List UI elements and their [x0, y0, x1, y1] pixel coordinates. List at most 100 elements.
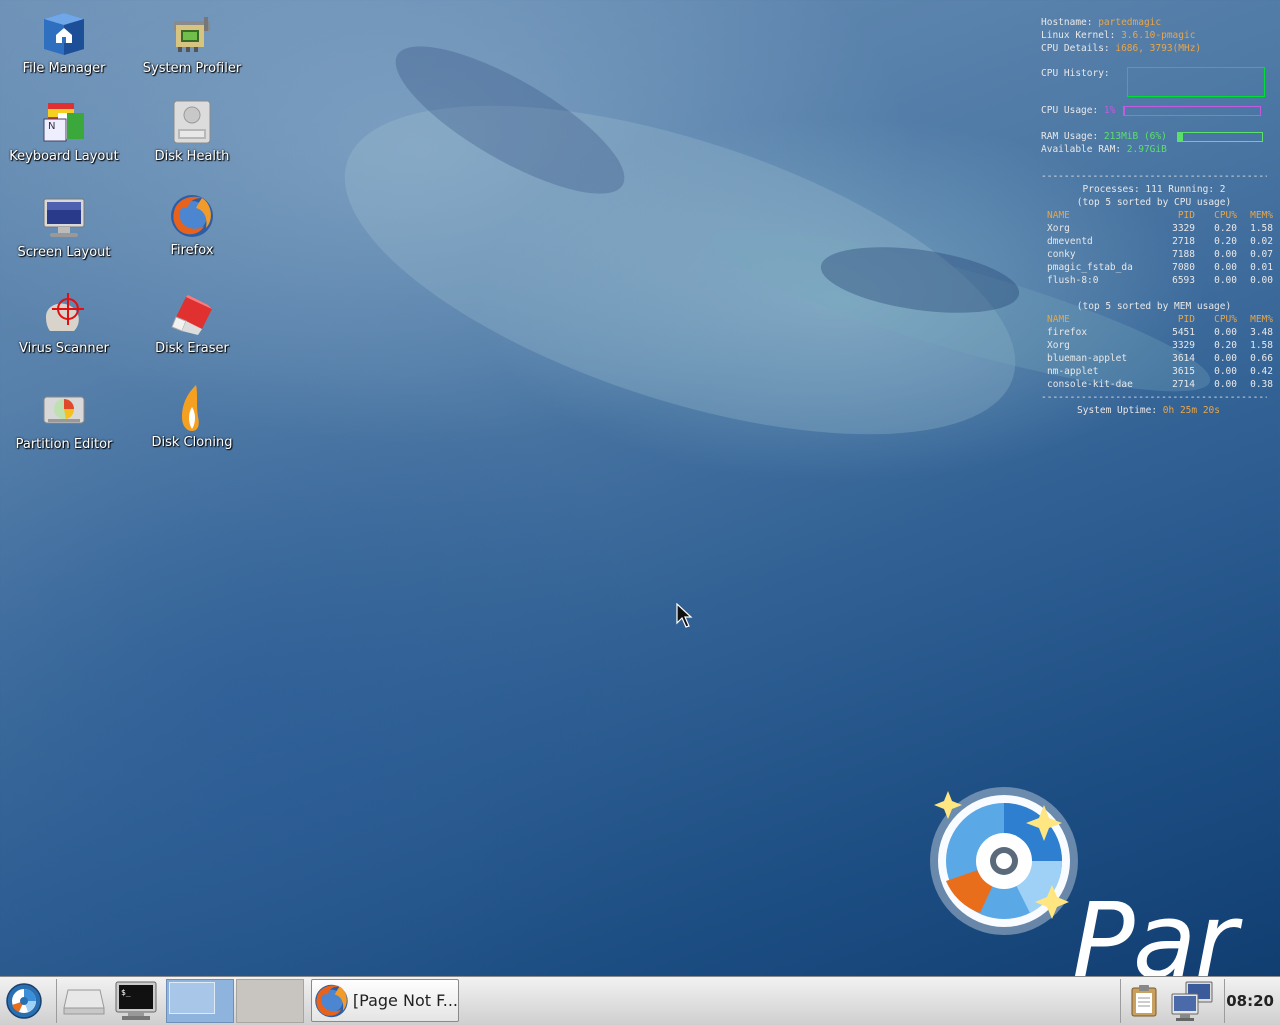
start-menu-icon [6, 983, 42, 1019]
table-cell: 0.00 [1214, 262, 1237, 273]
virus-scanner-icon [40, 290, 88, 338]
desktop-icon-firefox[interactable]: Firefox [130, 192, 254, 258]
cpu-details-value: i686, 3793(MHz) [1115, 43, 1202, 54]
mem-process-table: NAME PID CPU% MEM% firefox 5451 0.00 3.48 Xorg 33… [1041, 313, 1273, 391]
uptime-row: System Uptime: 0h 25m 20s [1041, 404, 1267, 417]
conky-system-monitor: Hostname: partedmagic Linux Kernel: 3.6.… [1041, 16, 1273, 417]
svg-text:$_: $_ [121, 988, 131, 997]
desktop-icon-screen-layout[interactable]: Screen Layout [2, 194, 126, 260]
desktop-icon-disk-cloning[interactable]: Disk Cloning [130, 384, 254, 450]
table-cell: console-kit-dae [1047, 379, 1133, 390]
table-cell: 0.02 [1250, 236, 1273, 247]
clipboard-icon [1131, 985, 1157, 1017]
wallpaper-shape [377, 20, 643, 220]
ram-usage-row: RAM Usage: 213MiB (6%) [1041, 130, 1267, 143]
cpu-history-graph [1127, 67, 1265, 97]
taskbar: $_ [Page Not F... 08:20 [0, 976, 1280, 1025]
desktop-icon-file-manager[interactable]: File Manager [2, 10, 126, 76]
desktop-icon-label: Partition Editor [15, 437, 113, 452]
firefox-icon [168, 192, 216, 240]
table-cell: 0.00 [1214, 327, 1237, 338]
desktop-icon-keyboard-layout[interactable]: N Keyboard Layout [2, 98, 126, 164]
hostname-row: Hostname: partedmagic [1041, 16, 1267, 29]
table-cell: 0.20 [1214, 340, 1237, 351]
cpu-history-label: CPU History: [1041, 68, 1110, 79]
column-header: NAME [1047, 210, 1070, 221]
table-cell: firefox [1047, 327, 1088, 338]
desktop-icon-label: Firefox [170, 243, 214, 258]
table-cell: 3.48 [1250, 327, 1273, 338]
file-manager-icon [40, 10, 88, 58]
available-ram-row: Available RAM: 2.97GiB [1041, 143, 1267, 156]
partition-editor-icon [40, 386, 88, 434]
table-cell: 6593 [1172, 275, 1195, 286]
table-cell: 7188 [1172, 249, 1195, 260]
table-cell: pmagic_fstab_da [1047, 262, 1133, 273]
desktop-icon-disk-health[interactable]: Disk Health [130, 98, 254, 164]
cpu-history-row: CPU History: [1041, 67, 1267, 101]
uptime-value: 0h 25m 20s [1162, 405, 1220, 416]
cpu-details-row: CPU Details: i686, 3793(MHz) [1041, 42, 1267, 55]
table-cell: 0.00 [1214, 353, 1237, 364]
desktop-icon-label: Disk Cloning [151, 435, 233, 450]
wallpaper-shape [306, 38, 1054, 502]
taskbar-separator [1120, 979, 1121, 1023]
eraser-icon [168, 290, 216, 338]
processes-summary: Processes: 111 Running: 2 [1082, 184, 1226, 195]
start-menu-button[interactable] [2, 979, 46, 1023]
table-cell: 0.00 [1250, 275, 1273, 286]
workspace-1-pager[interactable] [166, 979, 234, 1023]
desktop-icon-system-profiler[interactable]: System Profiler [130, 10, 254, 76]
table-cell: 0.20 [1214, 236, 1237, 247]
network-icon [1171, 981, 1213, 1021]
cpu-sort-title: (top 5 sorted by CPU usage) [1076, 197, 1232, 208]
cpu-usage-bar-fill [1123, 106, 1126, 115]
table-cell: 0.20 [1214, 223, 1237, 234]
desktop-icon-virus-scanner[interactable]: Virus Scanner [2, 290, 126, 356]
table-cell: 2714 [1172, 379, 1195, 390]
drive-launcher-button[interactable] [60, 979, 108, 1023]
cpu-usage-bar [1122, 105, 1261, 116]
table-cell: 0.00 [1214, 275, 1237, 286]
column-header: NAME [1047, 314, 1070, 325]
table-cell: 7080 [1172, 262, 1195, 273]
desktop-icon-disk-eraser[interactable]: Disk Eraser [130, 290, 254, 356]
table-cell: 1.58 [1250, 340, 1273, 351]
disk-health-icon [168, 98, 216, 146]
network-tray-button[interactable] [1168, 979, 1216, 1023]
logo-disc-icon [930, 787, 1078, 935]
kernel-value: 3.6.10-pmagic [1121, 30, 1196, 41]
terminal-launcher-button[interactable]: $_ [112, 979, 160, 1023]
kernel-label: Linux Kernel: [1041, 30, 1122, 41]
mouse-cursor-icon [676, 603, 693, 628]
cpu-usage-value: 1% [1103, 105, 1116, 116]
desktop-icon-label: Screen Layout [17, 245, 111, 260]
table-cell: 3329 [1172, 223, 1195, 234]
cpu-usage-row: CPU Usage: 1% [1041, 104, 1267, 117]
desktop-icon-label: Disk Health [154, 149, 230, 164]
desktop-icon-partition-editor[interactable]: Partition Editor [2, 386, 126, 452]
clipboard-tray-button[interactable] [1124, 979, 1164, 1023]
task-label: [Page Not F... [352, 991, 458, 1010]
wallpaper-shape [816, 236, 1024, 324]
cpu-details-label: CPU Details: [1041, 43, 1116, 54]
table-cell: blueman-applet [1047, 353, 1128, 364]
table-cell: 5451 [1172, 327, 1195, 338]
taskbar-task-firefox[interactable]: [Page Not F... [311, 979, 459, 1022]
desktop-icon-label: File Manager [22, 61, 106, 76]
clock[interactable]: 08:20 [1226, 977, 1274, 1025]
taskbar-separator [56, 979, 57, 1023]
table-cell: 1.58 [1250, 223, 1273, 234]
workspace-2-pager[interactable] [236, 979, 304, 1023]
separator-line: ----------------------------------------… [1041, 392, 1267, 403]
cpu-process-table: NAME PID CPU% MEM% Xorg 3329 0.20 1.58 dmeventd 2… [1041, 209, 1273, 287]
ram-usage-bar-fill [1177, 132, 1183, 141]
table-cell: 0.42 [1250, 366, 1273, 377]
table-cell: dmeventd [1047, 236, 1093, 247]
keyboard-layout-icon: N [40, 98, 88, 146]
hostname-value: partedmagic [1098, 17, 1162, 28]
table-cell: 0.66 [1250, 353, 1273, 364]
column-header: PID [1177, 314, 1195, 325]
desktop-icon-label: Keyboard Layout [9, 149, 119, 164]
column-header: CPU% [1214, 314, 1237, 325]
